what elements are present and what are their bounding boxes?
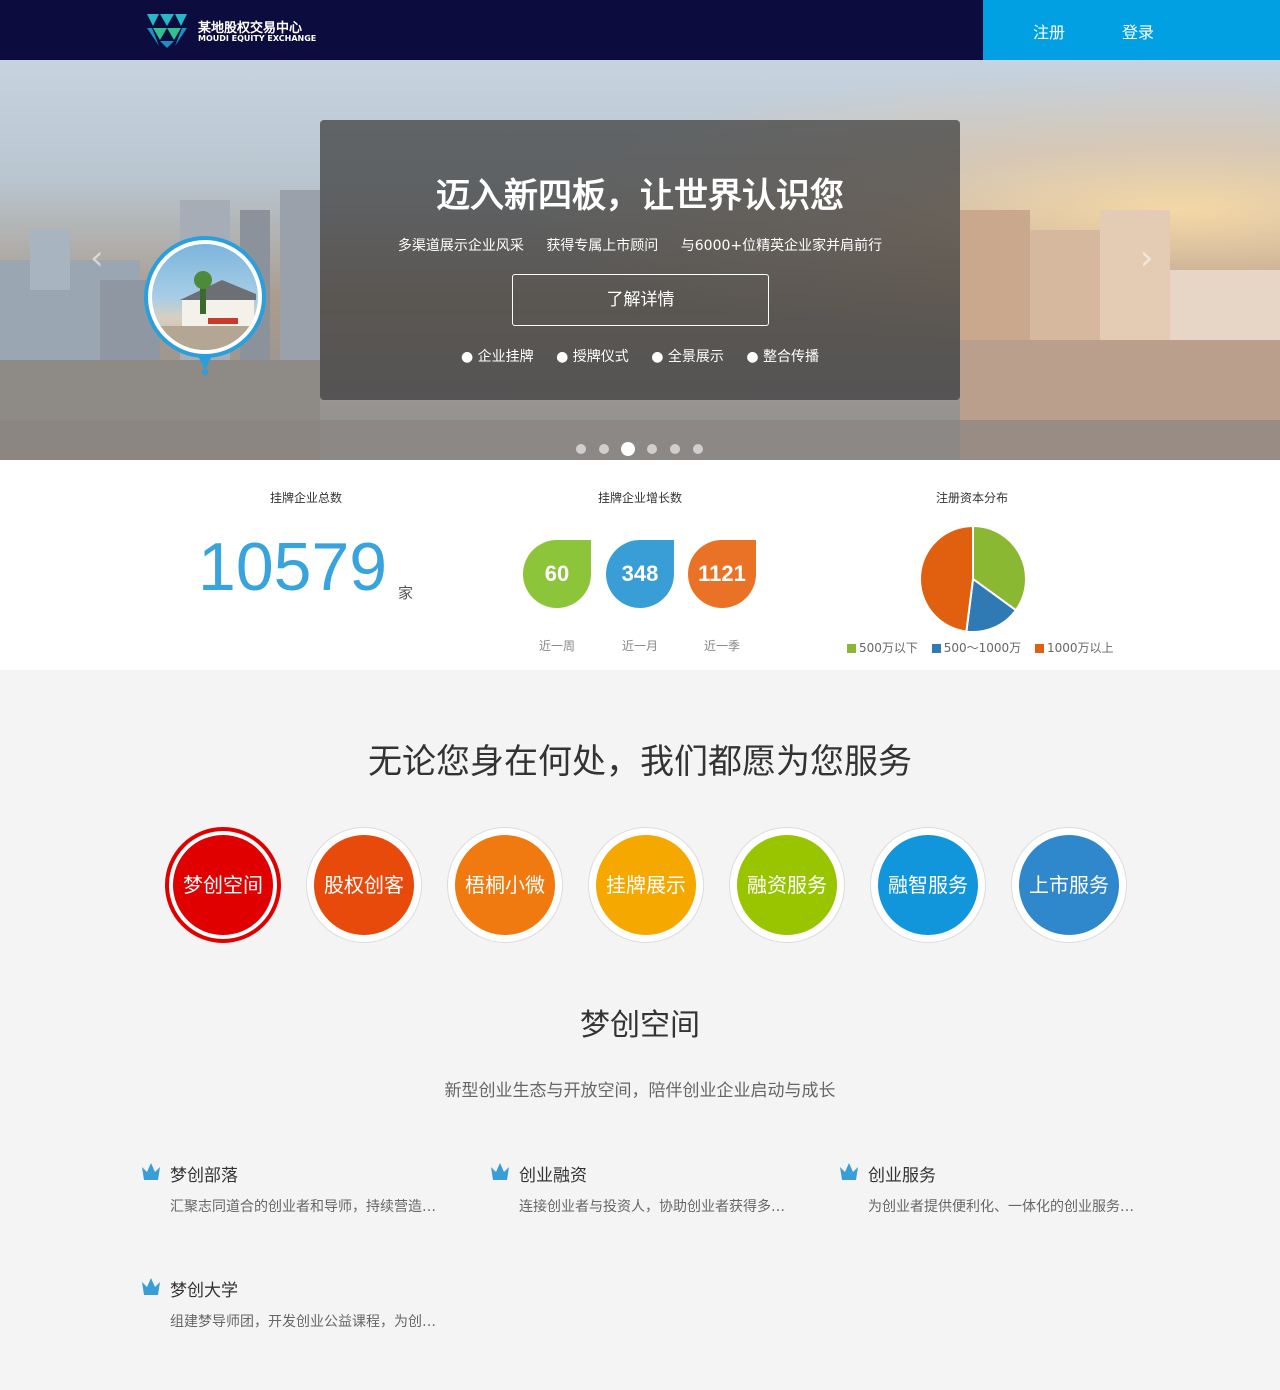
hero-subtitle-item: 与6000+位精英企业家并肩前行 (680, 238, 883, 254)
hero-tag: ● 整合传播 (746, 349, 820, 365)
pin-photo (152, 244, 258, 350)
hero-subtitle: 多渠道展示企业风采 获得专属上市顾问 与6000+位精英企业家并肩前行 (320, 235, 960, 255)
next-slide-arrow[interactable]: › (1140, 238, 1154, 278)
total-unit: 家 (398, 584, 414, 602)
carousel-dot[interactable] (599, 444, 609, 454)
legend-label: 1000万以上 (1047, 641, 1114, 655)
building-photo-icon (152, 271, 258, 350)
prev-slide-arrow[interactable]: ‹ (90, 238, 104, 278)
growth-week-badge: 60 (523, 540, 591, 608)
growth-title: 挂牌企业增长数 (597, 491, 682, 505)
hero-tag: ● 企业挂牌 (460, 349, 534, 365)
hero-subtitle-item: 多渠道展示企业风采 (397, 238, 524, 254)
carousel-dot[interactable] (647, 444, 657, 454)
location-pin-photo (144, 236, 266, 358)
pie-slice (919, 524, 974, 633)
logo-text-en: MOUDI EQUITY EXCHANGE (198, 34, 317, 43)
login-link[interactable]: 登录 (1122, 19, 1154, 43)
service-circle-wutong[interactable]: 梧桐小微 (447, 827, 563, 943)
crown-icon (840, 1163, 858, 1180)
top-navbar: 某地股权交易中心 MOUDI EQUITY EXCHANGE 注册 登录 (0, 0, 1280, 60)
crown-icon (142, 1278, 160, 1295)
feature-title: 创业融资 (519, 1166, 587, 1186)
feature-title: 梦创部落 (170, 1166, 238, 1186)
legend-swatch (1035, 644, 1045, 653)
service-circle-dream-space[interactable]: 梦创空间 (165, 827, 281, 943)
service-label: 股权创客 (314, 835, 414, 935)
section-title: 梦创空间 (580, 1008, 700, 1043)
growth-month-label: 近一月 (621, 639, 658, 653)
auth-panel: 注册 登录 (983, 0, 1280, 60)
carousel-dot[interactable] (693, 444, 703, 454)
register-link[interactable]: 注册 (1033, 19, 1065, 43)
logo-icon (147, 14, 187, 48)
capital-legend: 500万以下 500～1000万 1000万以上 (847, 639, 1124, 656)
feature-title: 创业服务 (868, 1166, 936, 1186)
service-circle-intelligence[interactable]: 融智服务 (870, 827, 986, 943)
service-circle-equity-maker[interactable]: 股权创客 (306, 827, 422, 943)
hero-banner: ‹ › 迈入新四板，让世界认识您 多渠道展示企业风采 获得专属上市顾问 与600… (0, 60, 1280, 460)
service-label: 梦创空间 (173, 835, 273, 935)
legend-swatch (931, 644, 941, 653)
site-logo[interactable]: 某地股权交易中心 MOUDI EQUITY EXCHANGE (146, 12, 346, 48)
feature-desc: 连接创业者与投资人，协助创业者获得多… (519, 1199, 785, 1215)
service-circle-ipo[interactable]: 上市服务 (1011, 827, 1127, 943)
service-label: 梧桐小微 (455, 835, 555, 935)
hero-tags: ● 企业挂牌 ● 授牌仪式 ● 全景展示 ● 整合传播 (320, 346, 960, 366)
feature-title: 梦创大学 (170, 1281, 238, 1301)
growth-quarter-label: 近一季 (703, 639, 740, 653)
carousel-dot[interactable] (576, 444, 586, 454)
carousel-dots (576, 442, 716, 456)
service-circle-financing[interactable]: 融资服务 (729, 827, 845, 943)
capital-pie-chart (919, 524, 1027, 633)
hero-title: 迈入新四板，让世界认识您 (436, 176, 844, 216)
growth-month-badge: 348 (606, 540, 674, 608)
learn-more-button[interactable]: 了解详情 (512, 274, 769, 326)
legend-item: 500万以下 (847, 639, 918, 656)
legend-swatch (847, 644, 856, 653)
pin-tail-icon (197, 354, 213, 375)
capital-title: 注册资本分布 (935, 491, 1008, 505)
legend-item: 1000万以上 (1035, 639, 1114, 656)
service-circle-listing[interactable]: 挂牌展示 (588, 827, 704, 943)
legend-label: 500～1000万 (943, 641, 1022, 655)
crown-icon (142, 1163, 160, 1180)
service-label: 挂牌展示 (596, 835, 696, 935)
feature-desc: 汇聚志同道合的创业者和导师，持续营造… (170, 1199, 436, 1215)
section-subtitle: 新型创业生态与开放空间，陪伴创业企业启动与成长 (444, 1081, 836, 1101)
crown-icon (491, 1163, 509, 1180)
service-label: 上市服务 (1019, 835, 1119, 935)
hero-overlay-panel: 迈入新四板，让世界认识您 多渠道展示企业风采 获得专属上市顾问 与6000+位精… (320, 120, 960, 400)
services-heading: 无论您身在何处，我们都愿为您服务 (368, 742, 912, 782)
hero-tag: ● 全景展示 (651, 349, 724, 365)
total-title: 挂牌企业总数 (269, 491, 342, 505)
total-count: 10579 (198, 529, 388, 605)
feature-desc: 组建梦导师团，开发创业公益课程，为创… (170, 1314, 436, 1330)
hero-tag: ● 授牌仪式 (556, 349, 629, 365)
carousel-dot-active[interactable] (621, 442, 635, 456)
service-label: 融智服务 (878, 835, 978, 935)
growth-week-label: 近一周 (538, 639, 575, 653)
feature-desc: 为创业者提供便利化、一体化的创业服务… (868, 1199, 1134, 1215)
growth-quarter-badge: 1121 (688, 540, 756, 608)
carousel-dot[interactable] (670, 444, 680, 454)
legend-item: 500～1000万 (931, 639, 1022, 656)
stats-section: 挂牌企业总数 10579 家 挂牌企业增长数 60 348 1121 近一周 近… (0, 460, 1280, 670)
legend-label: 500万以下 (859, 641, 918, 655)
service-label: 融资服务 (737, 835, 837, 935)
hero-subtitle-item: 获得专属上市顾问 (546, 238, 659, 254)
